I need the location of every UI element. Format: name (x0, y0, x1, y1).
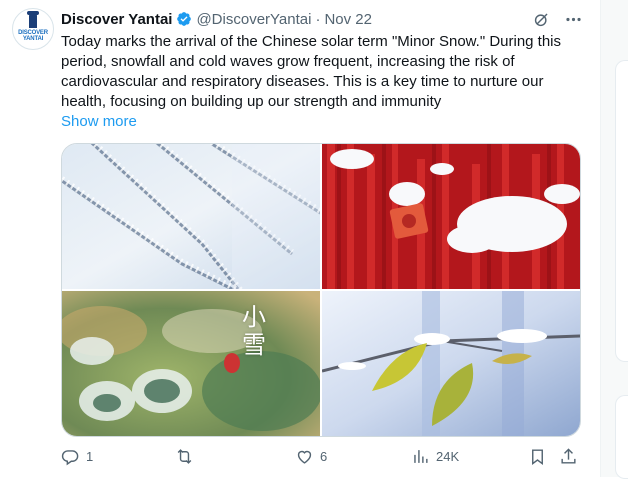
side-card-edge (615, 395, 628, 479)
share-icon (559, 447, 578, 466)
photo-overlay-text: 小雪 (242, 303, 266, 359)
grok-icon[interactable] (530, 8, 552, 30)
tweet-top-actions (530, 8, 584, 30)
retweet-icon (175, 447, 194, 466)
avatar[interactable]: DISCOVER YANTAI (12, 8, 54, 50)
side-card-edge (615, 60, 628, 362)
bookmark-icon (528, 447, 547, 466)
photo-frosted-leaves[interactable]: 小雪 (62, 291, 320, 436)
tweet-text: Today marks the arrival of the Chinese s… (61, 33, 562, 110)
avatar-logo-text: DISCOVER YANTAI (18, 30, 48, 42)
views-icon (411, 447, 430, 466)
share-button[interactable] (559, 447, 578, 466)
reply-icon (61, 447, 80, 466)
tweet-date[interactable]: Nov 22 (324, 11, 372, 28)
like-icon (295, 447, 314, 466)
views-button[interactable]: 24K (411, 447, 459, 466)
lighthouse-icon (27, 11, 39, 28)
photo-red-ribbons-snow[interactable] (322, 144, 580, 289)
show-more-link[interactable]: Show more (61, 112, 137, 132)
tweet-action-bar: 1 6 24K (61, 447, 586, 469)
bookmark-button[interactable] (528, 447, 547, 466)
photo-branch-yellow-leaves[interactable] (322, 291, 580, 436)
verified-badge-icon[interactable] (176, 11, 192, 27)
retweet-button[interactable] (175, 447, 200, 466)
photo-grid: 小雪 (61, 143, 581, 437)
separator-dot: · (315, 10, 321, 28)
reply-count: 1 (86, 449, 94, 464)
view-count: 24K (436, 449, 460, 464)
reply-button[interactable]: 1 (61, 447, 93, 466)
like-count: 6 (320, 449, 328, 464)
like-button[interactable]: 6 (295, 447, 327, 466)
photo-frosted-branches[interactable] (62, 144, 320, 289)
author-handle[interactable]: @DiscoverYantai (196, 11, 311, 28)
side-panel-edge (600, 0, 628, 479)
author-display-name[interactable]: Discover Yantai (61, 11, 172, 28)
tweet-header: Discover Yantai @DiscoverYantai · Nov 22 (61, 10, 372, 28)
more-icon[interactable] (562, 8, 584, 30)
